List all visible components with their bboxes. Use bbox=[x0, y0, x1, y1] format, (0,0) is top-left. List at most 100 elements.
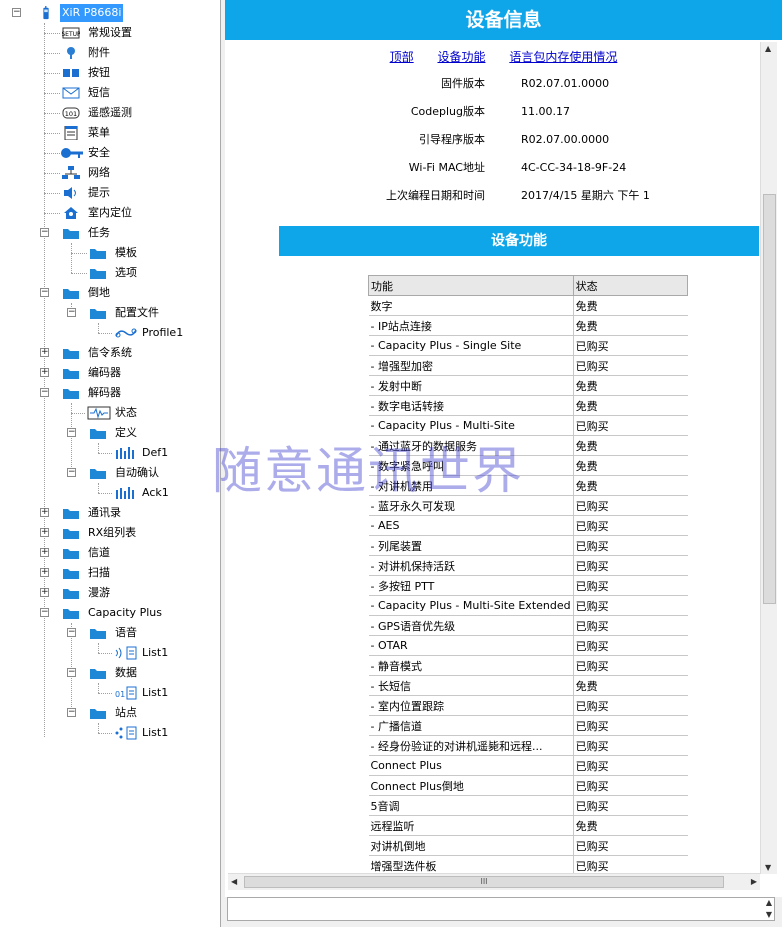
feature-name: - IP站点连接 bbox=[368, 315, 574, 336]
output-pane: ▲ ▼ bbox=[225, 897, 782, 927]
output-textbox[interactable]: ▲ ▼ bbox=[227, 897, 775, 921]
collapse-icon[interactable]: − bbox=[40, 388, 49, 397]
feature-name: - 数字电话转接 bbox=[368, 395, 574, 416]
horizontal-scrollbar[interactable]: ◀ III ▶ bbox=[228, 873, 760, 890]
expand-icon[interactable]: + bbox=[40, 588, 49, 597]
folder-icon bbox=[63, 549, 79, 559]
expand-icon[interactable]: + bbox=[40, 348, 49, 357]
link-language-memory[interactable]: 语言包内存使用情况 bbox=[509, 50, 617, 64]
data-list-icon: 01 bbox=[115, 686, 137, 700]
scroll-left-icon[interactable]: ◀ bbox=[231, 877, 237, 886]
feature-name: - 长短信 bbox=[368, 675, 574, 696]
folder-icon bbox=[90, 309, 106, 319]
feature-status: 已购买 bbox=[573, 555, 688, 576]
feature-name: - 经身份验证的对讲机遥毙和远程... bbox=[368, 735, 574, 756]
expand-icon[interactable]: + bbox=[40, 528, 49, 537]
table-row: 对讲机倒地 已购买 bbox=[368, 835, 688, 856]
collapse-icon[interactable]: − bbox=[67, 468, 76, 477]
link-device-features[interactable]: 设备功能 bbox=[437, 50, 485, 64]
feature-name: - Capacity Plus - Multi-Site Extended bbox=[368, 595, 574, 616]
buttons-icon bbox=[63, 69, 79, 77]
feature-name: - 列尾装置 bbox=[368, 535, 574, 556]
collapse-icon[interactable]: − bbox=[12, 8, 21, 17]
folder-icon bbox=[63, 569, 79, 579]
table-row: - 静音模式 已购买 bbox=[368, 655, 688, 676]
table-row: Connect Plus倒地 已购买 bbox=[368, 775, 688, 796]
table-row: 数字 免费 bbox=[368, 295, 688, 316]
horizontal-scroll-thumb[interactable]: III bbox=[244, 876, 724, 888]
info-key: 上次编程日期和时间 bbox=[386, 189, 485, 202]
feature-status: 已购买 bbox=[573, 655, 688, 676]
link-top[interactable]: 顶部 bbox=[390, 50, 414, 64]
feature-name: Connect Plus bbox=[368, 755, 574, 776]
scroll-up-icon[interactable]: ▲ bbox=[765, 44, 771, 53]
feature-status: 已购买 bbox=[573, 835, 688, 856]
location-icon bbox=[64, 207, 78, 219]
table-row: Connect Plus 已购买 bbox=[368, 755, 688, 776]
feature-name: - 发射中断 bbox=[368, 375, 574, 396]
info-key: 引导程序版本 bbox=[419, 133, 485, 146]
folder-icon bbox=[90, 469, 106, 479]
table-row: - Capacity Plus - Multi-Site 已购买 bbox=[368, 415, 688, 436]
collapse-icon[interactable]: − bbox=[67, 708, 76, 717]
collapse-icon[interactable]: − bbox=[40, 288, 49, 297]
alert-speaker-icon bbox=[64, 187, 76, 199]
feature-status: 免费 bbox=[573, 475, 688, 496]
tree-root-label[interactable]: XiR P8668i bbox=[60, 4, 124, 22]
tree-root[interactable]: − XiR P8668i bbox=[0, 3, 220, 23]
feature-status: 已购买 bbox=[573, 695, 688, 716]
collapse-icon[interactable]: − bbox=[40, 228, 49, 237]
collapse-icon[interactable]: − bbox=[67, 428, 76, 437]
feature-name: - 增强型加密 bbox=[368, 355, 574, 376]
feature-status: 已购买 bbox=[573, 755, 688, 776]
folder-icon bbox=[63, 509, 79, 519]
feature-status: 已购买 bbox=[573, 775, 688, 796]
svg-text:01: 01 bbox=[115, 690, 125, 699]
feature-status: 已购买 bbox=[573, 615, 688, 636]
feature-name: 5音调 bbox=[368, 795, 574, 816]
section-title: 设备功能 bbox=[279, 226, 759, 256]
feature-name: - Capacity Plus - Single Site bbox=[368, 335, 574, 356]
expand-icon[interactable]: + bbox=[40, 508, 49, 517]
feature-name: 远程监听 bbox=[368, 815, 574, 836]
folder-icon bbox=[63, 609, 79, 619]
table-row: - OTAR 已购买 bbox=[368, 635, 688, 656]
table-row: - 广播信道 已购买 bbox=[368, 715, 688, 736]
feature-status: 已购买 bbox=[573, 635, 688, 656]
navigation-tree[interactable]: − XiR P8668i SETUP 常规设置 附件 按钮 短信 101 遥感遥… bbox=[0, 0, 221, 927]
scroll-down-icon[interactable]: ▼ bbox=[766, 910, 772, 919]
menu-icon bbox=[64, 126, 78, 140]
expand-icon[interactable]: + bbox=[40, 368, 49, 377]
column-header-status: 状态 bbox=[572, 275, 689, 296]
scroll-down-icon[interactable]: ▼ bbox=[765, 863, 771, 872]
info-value: 11.00.17 bbox=[521, 105, 570, 118]
telemetry-icon: 101 bbox=[62, 107, 80, 119]
collapse-icon[interactable]: − bbox=[40, 608, 49, 617]
vertical-scroll-thumb[interactable] bbox=[763, 194, 776, 604]
folder-icon bbox=[90, 629, 106, 639]
collapse-icon[interactable]: − bbox=[67, 628, 76, 637]
expand-icon[interactable]: + bbox=[40, 568, 49, 577]
table-row: - 蓝牙永久可发现 已购买 bbox=[368, 495, 688, 516]
expand-icon[interactable]: + bbox=[40, 548, 49, 557]
feature-status: 免费 bbox=[573, 315, 688, 336]
scroll-up-icon[interactable]: ▲ bbox=[766, 898, 772, 907]
scroll-right-icon[interactable]: ▶ bbox=[751, 877, 757, 886]
folder-icon bbox=[63, 369, 79, 379]
feature-status: 免费 bbox=[573, 395, 688, 416]
table-row: 远程监听 免费 bbox=[368, 815, 688, 836]
site-list-icon bbox=[115, 726, 137, 740]
table-row: - 列尾装置 已购买 bbox=[368, 535, 688, 556]
network-icon bbox=[62, 166, 80, 179]
feature-status: 免费 bbox=[573, 375, 688, 396]
collapse-icon[interactable]: − bbox=[67, 668, 76, 677]
table-row: - Capacity Plus - Multi-Site Extended 已购买 bbox=[368, 595, 688, 616]
collapse-icon[interactable]: − bbox=[67, 308, 76, 317]
feature-status: 免费 bbox=[573, 295, 688, 316]
table-row: - IP站点连接 免费 bbox=[368, 315, 688, 336]
vertical-scrollbar[interactable]: ▲ ▼ bbox=[760, 42, 777, 874]
feature-name: - 对讲机保持活跃 bbox=[368, 555, 574, 576]
feature-status: 已购买 bbox=[573, 515, 688, 536]
feature-name: - 多按钮 PTT bbox=[368, 575, 574, 596]
tone-icon bbox=[116, 487, 134, 499]
